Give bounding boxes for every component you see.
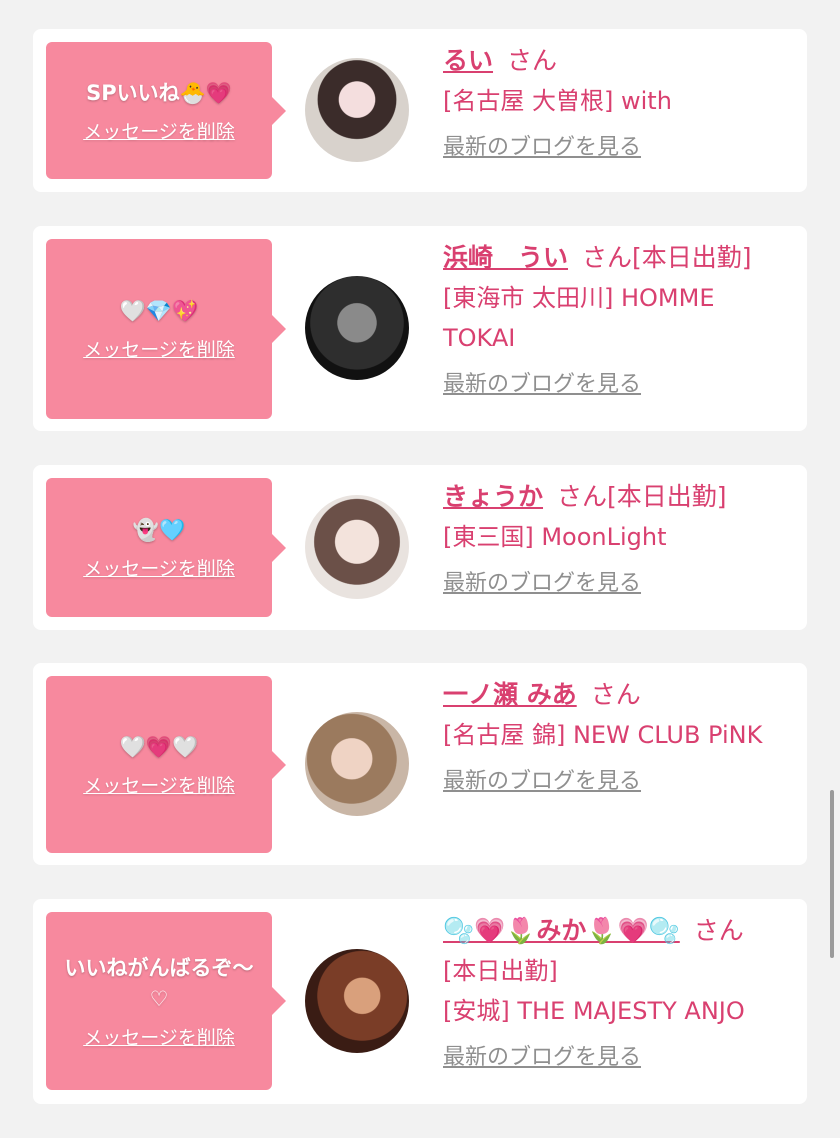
avatar[interactable] [305,276,409,380]
cast-name-link[interactable]: 🫧💗🌷みか🌷💗🫧 [443,916,680,945]
cast-name-link[interactable]: 一ノ瀬 みあ [443,680,577,709]
status-tag: [本日出勤] [632,243,752,272]
profile-info: 一ノ瀬 みあ さん [名古屋 錦] NEW CLUB PiNK 最新のブログを見る [443,675,793,795]
message-bubble: 🤍💗🤍 メッセージを削除 [46,676,286,853]
message-text: いいねがんばるぞ〜♡ [64,955,254,1011]
delete-message-link[interactable]: メッセージを削除 [83,771,235,798]
like-card: 🤍💗🤍 メッセージを削除 一ノ瀬 みあ さん [名古屋 錦] NEW CLUB P… [33,663,807,865]
shop-info: [安城] THE MAJESTY ANJO [443,997,745,1025]
message-text: SPいいね🐣💗 [86,80,232,105]
message-bubble: いいねがんばるぞ〜♡ メッセージを削除 [46,912,286,1090]
latest-blog-link[interactable]: 最新のブログを見る [443,565,641,597]
message-text: 👻🩵 [132,517,186,542]
delete-message-link[interactable]: メッセージを削除 [83,335,235,362]
profile-info: 🫧💗🌷みか🌷💗🫧 さん [本日出勤] [安城] THE MAJESTY ANJO … [443,911,793,1071]
like-card: 🤍💎💖 メッセージを削除 浜崎 うい さん[本日出勤] [東海市 太田川] HOM… [33,226,807,431]
latest-blog-link[interactable]: 最新のブログを見る [443,1039,641,1071]
shop-info: [東三国] MoonLight [443,523,667,551]
avatar[interactable] [305,58,409,162]
avatar[interactable] [305,495,409,599]
status-tag: [本日出勤] [607,482,727,511]
delete-message-link[interactable]: メッセージを削除 [83,117,235,144]
honorific-label: さん [582,243,633,272]
message-bubble: 🤍💎💖 メッセージを削除 [46,239,286,419]
status-tag: [本日出勤] [443,957,558,985]
honorific-label: さん [557,482,608,511]
profile-info: るい さん [名古屋 大曽根] with 最新のブログを見る [443,41,793,161]
shop-info: [名古屋 大曽根] with [443,87,672,115]
message-bubble: SPいいね🐣💗 メッセージを削除 [46,42,286,179]
like-card: 👻🩵 メッセージを削除 きょうか さん[本日出勤] [東三国] MoonLight… [33,465,807,630]
scrollbar[interactable] [830,790,834,958]
profile-info: きょうか さん[本日出勤] [東三国] MoonLight 最新のブログを見る [443,477,793,597]
delete-message-link[interactable]: メッセージを削除 [83,554,235,581]
honorific-label: さん [693,916,744,945]
latest-blog-link[interactable]: 最新のブログを見る [443,129,641,161]
cast-name-link[interactable]: るい [443,46,493,75]
honorific-label: さん [507,46,558,75]
cast-name-link[interactable]: 浜崎 うい [443,243,568,272]
honorific-label: さん [590,680,641,709]
shop-info: [名古屋 錦] NEW CLUB PiNK [443,721,763,749]
cast-name-link[interactable]: きょうか [443,482,543,511]
delete-message-link[interactable]: メッセージを削除 [83,1023,235,1050]
avatar[interactable] [305,712,409,816]
avatar[interactable] [305,949,409,1053]
like-card: SPいいね🐣💗 メッセージを削除 るい さん [名古屋 大曽根] with 最新の… [33,29,807,192]
profile-info: 浜崎 うい さん[本日出勤] [東海市 太田川] HOMME TOKAI 最新のブ… [443,238,793,398]
latest-blog-link[interactable]: 最新のブログを見る [443,366,641,398]
message-bubble: 👻🩵 メッセージを削除 [46,478,286,617]
message-text: 🤍💗🤍 [119,734,199,759]
like-card: いいねがんばるぞ〜♡ メッセージを削除 🫧💗🌷みか🌷💗🫧 さん [本日出勤] [安… [33,899,807,1104]
shop-info: [東海市 太田川] HOMME TOKAI [443,284,715,352]
latest-blog-link[interactable]: 最新のブログを見る [443,763,641,795]
message-text: 🤍💎💖 [119,299,199,323]
